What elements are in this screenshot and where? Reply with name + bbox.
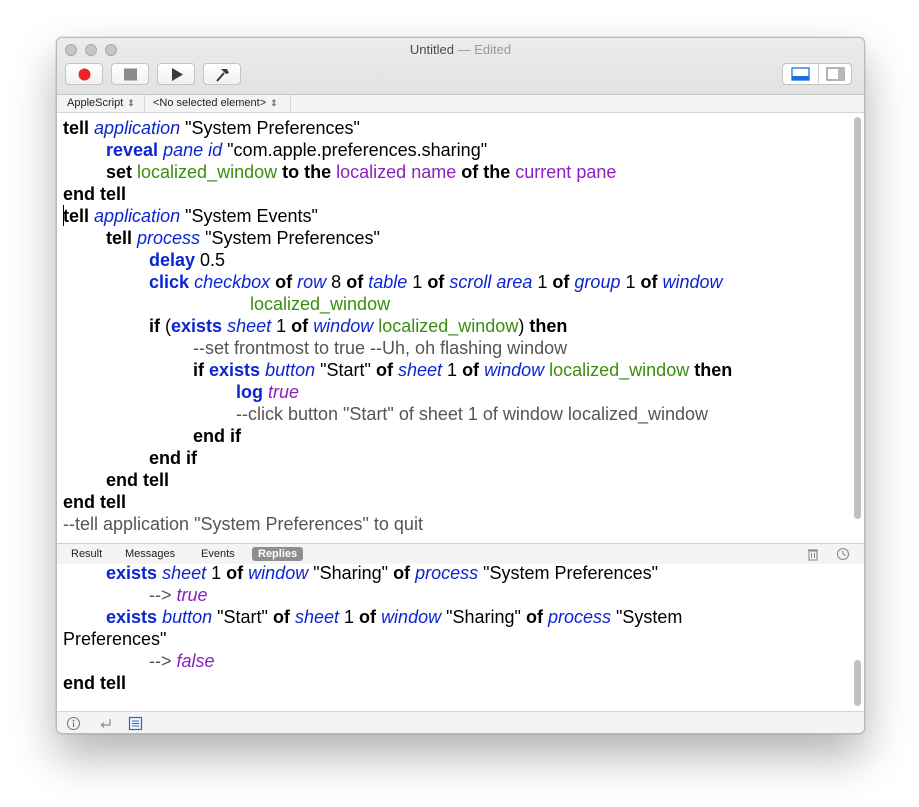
- code-line: reveal pane id "com.apple.preferences.sh…: [106, 140, 488, 160]
- run-icon: [172, 68, 183, 81]
- title-bar: Untitled — Edited: [57, 38, 864, 95]
- return-arrow-icon[interactable]: [98, 716, 113, 731]
- side-pane-button[interactable]: [818, 64, 851, 84]
- code-line: if (exists sheet 1 of window localized_w…: [149, 316, 568, 336]
- view-toggle: [782, 63, 852, 85]
- script-editor-window: Untitled — Edited AppleScript ⇕ <No selec…: [56, 37, 865, 734]
- log-scrollbar[interactable]: [854, 660, 861, 706]
- code-line: set localized_window to the localized na…: [106, 162, 617, 182]
- code-line: end if: [149, 448, 197, 468]
- log-line: end tell: [63, 673, 127, 693]
- stop-icon: [124, 68, 137, 81]
- side-pane-icon: [826, 67, 845, 81]
- tab-events[interactable]: Events: [195, 547, 241, 561]
- code-line: end tell: [63, 492, 127, 512]
- clock-icon[interactable]: [836, 547, 850, 561]
- log-line: --> false: [149, 651, 215, 671]
- record-icon: [78, 68, 91, 81]
- code-line: click checkbox of row 8 of table 1 of sc…: [149, 272, 723, 292]
- navigation-bar: AppleScript ⇕ <No selected element> ⇕: [57, 95, 864, 113]
- stop-button[interactable]: [111, 63, 149, 85]
- title-separator: —: [453, 42, 475, 57]
- tab-result[interactable]: Result: [65, 547, 108, 561]
- updown-chevron-icon: ⇕: [270, 98, 278, 108]
- window-title: Untitled — Edited: [57, 42, 864, 57]
- status-bar: [57, 711, 864, 733]
- code-line: end tell: [63, 184, 127, 204]
- record-button[interactable]: [65, 63, 103, 85]
- log-line: exists button "Start" of sheet 1 of wind…: [106, 607, 683, 627]
- language-popup[interactable]: AppleScript ⇕: [59, 96, 135, 111]
- code-line: log true: [236, 382, 300, 402]
- updown-chevron-icon: ⇕: [127, 98, 135, 108]
- code-line: tell process "System Preferences": [106, 228, 380, 248]
- code-line: localized_window: [250, 294, 391, 314]
- trash-icon[interactable]: [806, 547, 820, 561]
- code-line: delay 0.5: [149, 250, 226, 270]
- code-line: tell application "System Events": [63, 206, 318, 226]
- text-caret: [63, 205, 64, 226]
- log-view[interactable]: exists sheet 1 of window "Sharing" of pr…: [57, 563, 864, 710]
- log-line: exists sheet 1 of window "Sharing" of pr…: [106, 563, 658, 583]
- element-label: <No selected element>: [153, 97, 267, 109]
- log-line: Preferences": [63, 629, 167, 649]
- tab-replies[interactable]: Replies: [252, 547, 304, 561]
- list-icon[interactable]: [128, 716, 143, 731]
- code-line: --click button "Start" of sheet 1 of win…: [236, 404, 709, 424]
- element-popup[interactable]: <No selected element> ⇕: [145, 96, 278, 111]
- log-line: --> true: [149, 585, 208, 605]
- info-icon[interactable]: [66, 716, 81, 731]
- editor-scrollbar[interactable]: [854, 117, 861, 519]
- bottom-pane-button[interactable]: [783, 64, 817, 84]
- code-line: --set frontmost to true --Uh, oh flashin…: [193, 338, 568, 358]
- bottom-pane-icon: [791, 67, 810, 81]
- code-line: end tell: [106, 470, 170, 490]
- code-line: if exists button "Start" of sheet 1 of w…: [193, 360, 733, 380]
- script-editor[interactable]: tell application "System Preferences" re…: [57, 113, 864, 543]
- document-name: Untitled: [409, 42, 454, 57]
- code-line: --tell application "System Preferences" …: [63, 514, 423, 534]
- compile-button[interactable]: [203, 63, 241, 85]
- hammer-icon: [216, 69, 229, 82]
- code-line: end if: [193, 426, 241, 446]
- tab-messages[interactable]: Messages: [119, 547, 181, 561]
- run-button[interactable]: [157, 63, 195, 85]
- code-line: tell application "System Preferences": [63, 118, 360, 138]
- edited-status: Edited: [474, 42, 512, 57]
- navbar-divider: [290, 95, 291, 112]
- language-label: AppleScript: [67, 97, 124, 109]
